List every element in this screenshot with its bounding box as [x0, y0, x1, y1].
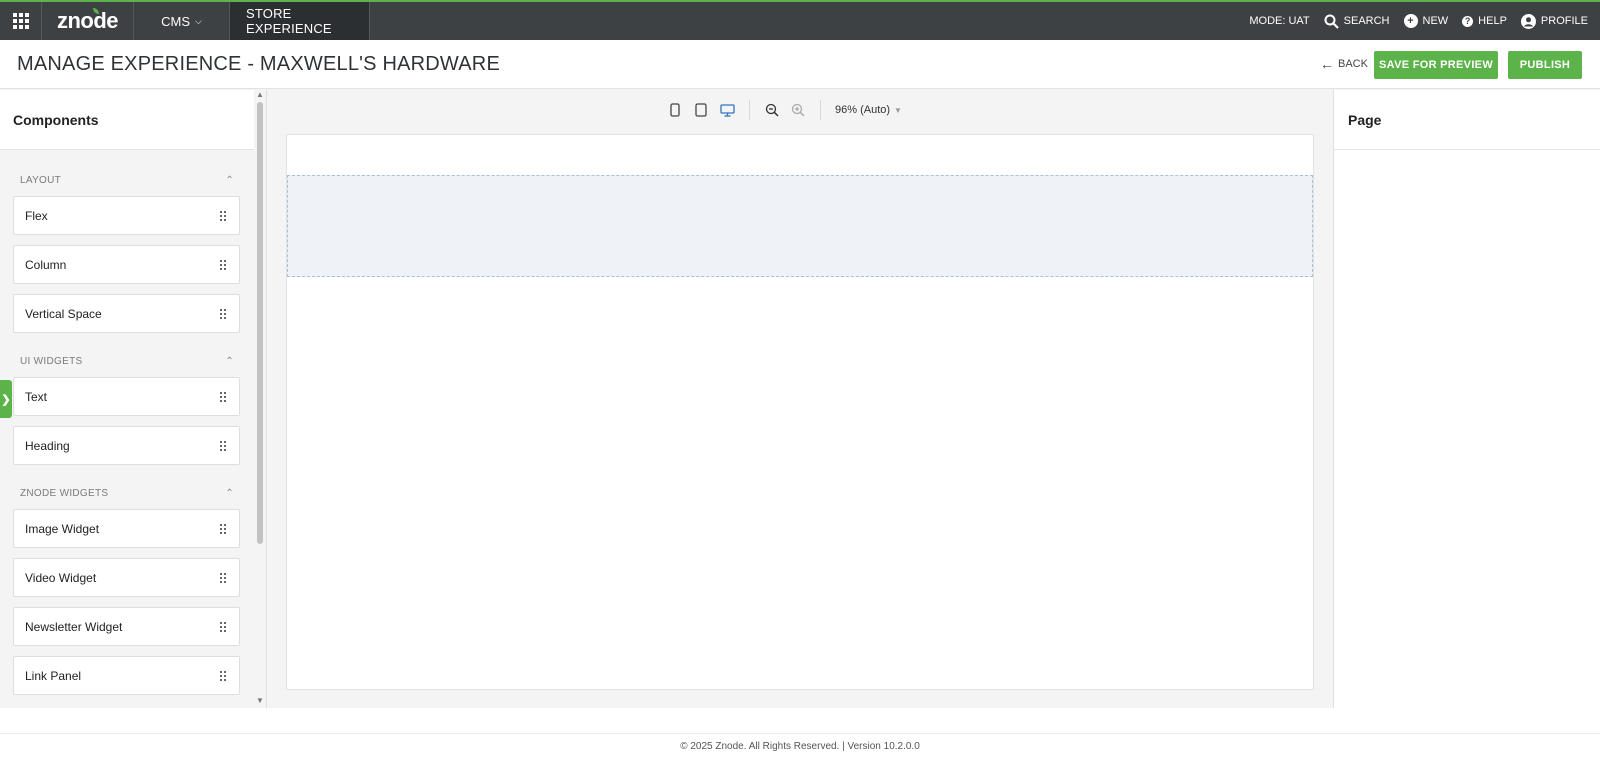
- help-button[interactable]: ? HELP: [1462, 15, 1507, 27]
- phone-icon: [670, 103, 680, 117]
- component-link-panel[interactable]: Link Panel: [13, 656, 240, 695]
- page-title: MANAGE EXPERIENCE - MAXWELL'S HARDWARE: [17, 53, 500, 75]
- profile-label: PROFILE: [1540, 15, 1588, 27]
- grid-icon: [12, 13, 29, 29]
- scroll-down-icon[interactable]: ▼: [256, 696, 264, 705]
- new-label: NEW: [1422, 15, 1449, 27]
- drag-handle-icon[interactable]: [220, 308, 226, 319]
- drag-handle-icon[interactable]: [220, 210, 226, 221]
- drop-zone[interactable]: [287, 175, 1313, 277]
- new-button[interactable]: + NEW: [1403, 14, 1449, 28]
- back-label: BACK: [1338, 58, 1368, 70]
- component-label: Newsletter Widget: [25, 619, 123, 634]
- page-preview-canvas[interactable]: [286, 134, 1314, 690]
- zoom-out-button[interactable]: [764, 102, 780, 118]
- component-label: Flex: [25, 208, 48, 223]
- zoom-value: 96% (Auto): [835, 104, 891, 116]
- app-launcher-button[interactable]: [0, 2, 42, 40]
- component-label: Text: [25, 389, 48, 404]
- section-znode-widgets-header[interactable]: ZNODE WIDGETS ⌃: [0, 475, 254, 509]
- zoom-out-icon: [765, 103, 779, 117]
- scroll-up-icon[interactable]: ▲: [256, 90, 264, 99]
- section-label: ZNODE WIDGETS: [20, 488, 109, 499]
- component-label: Video Widget: [25, 570, 97, 585]
- component-image-widget[interactable]: Image Widget: [13, 509, 240, 548]
- monitor-icon: [719, 103, 735, 117]
- znode-logo[interactable]: znode: [42, 2, 134, 40]
- panel-toggle-button[interactable]: ❯: [0, 380, 12, 418]
- component-label: Image Widget: [25, 521, 100, 536]
- top-navigation-bar: znode CMS ⌵ STORE EXPERIENCE MODE: UAT S…: [0, 0, 1600, 40]
- editor-canvas-area: 96% (Auto) ▼: [267, 90, 1333, 708]
- component-heading[interactable]: Heading: [13, 426, 240, 465]
- components-panel: Components LAYOUT ⌃ Flex Column Vertical…: [0, 90, 254, 708]
- footer-text: © 2025 Znode. All Rights Reserved. | Ver…: [680, 741, 920, 752]
- components-title: Components: [0, 90, 254, 150]
- logo-text: znode: [56, 8, 119, 33]
- top-right-actions: MODE: UAT SEARCH + NEW ? HELP PROFILE: [1249, 2, 1600, 40]
- drag-handle-icon[interactable]: [220, 572, 226, 583]
- drag-handle-icon[interactable]: [220, 670, 226, 681]
- chevron-up-icon: ⌃: [225, 175, 234, 186]
- chevron-up-icon: ⌃: [225, 356, 234, 367]
- component-flex[interactable]: Flex: [13, 196, 240, 235]
- component-vertical-space[interactable]: Vertical Space: [13, 294, 240, 333]
- user-circle-icon: [1520, 13, 1536, 29]
- tablet-view-button[interactable]: [693, 102, 709, 118]
- publish-button[interactable]: PUBLISH: [1508, 51, 1582, 79]
- canvas-toolbar: 96% (Auto) ▼: [667, 100, 902, 120]
- profile-button[interactable]: PROFILE: [1520, 13, 1588, 29]
- mobile-view-button[interactable]: [667, 102, 683, 118]
- drag-handle-icon[interactable]: [220, 440, 226, 451]
- drag-handle-icon[interactable]: [220, 523, 226, 534]
- zoom-in-button[interactable]: [790, 102, 806, 118]
- search-button[interactable]: SEARCH: [1324, 14, 1390, 29]
- section-layout-header[interactable]: LAYOUT ⌃: [0, 150, 254, 196]
- plus-circle-icon: +: [1403, 14, 1418, 28]
- tablet-icon: [695, 103, 707, 117]
- component-label: Heading: [25, 438, 70, 453]
- chevron-up-icon: ⌃: [225, 488, 234, 499]
- zoom-in-icon: [791, 103, 805, 117]
- nav-cms-menu[interactable]: CMS ⌵: [134, 2, 230, 40]
- mode-indicator: MODE: UAT: [1249, 15, 1310, 27]
- scroll-thumb[interactable]: [257, 102, 263, 544]
- nav-store-experience[interactable]: STORE EXPERIENCE: [230, 2, 370, 40]
- drag-handle-icon[interactable]: [220, 621, 226, 632]
- components-scrollbar[interactable]: ▲ ▼: [254, 90, 266, 708]
- save-for-preview-button[interactable]: SAVE FOR PREVIEW: [1374, 51, 1498, 79]
- search-label: SEARCH: [1343, 15, 1390, 27]
- footer: © 2025 Znode. All Rights Reserved. | Ver…: [0, 733, 1600, 759]
- properties-title: Page: [1334, 90, 1600, 150]
- drag-handle-icon[interactable]: [220, 259, 226, 270]
- chevron-right-icon: ❯: [1, 393, 11, 406]
- component-label: Vertical Space: [25, 306, 102, 321]
- zoom-select[interactable]: 96% (Auto) ▼: [835, 104, 902, 116]
- toolbar-divider: [749, 100, 750, 120]
- page-header: MANAGE EXPERIENCE - MAXWELL'S HARDWARE ←…: [0, 40, 1600, 89]
- caret-down-icon: ▼: [894, 105, 902, 115]
- component-text[interactable]: Text: [13, 377, 240, 416]
- chevron-down-icon: ⌵: [195, 15, 202, 26]
- section-label: LAYOUT: [20, 175, 62, 186]
- toolbar-divider: [820, 100, 821, 120]
- search-icon: [1324, 14, 1339, 29]
- component-label: Link Panel: [25, 668, 82, 683]
- desktop-view-button[interactable]: [719, 102, 735, 118]
- drag-handle-icon[interactable]: [220, 391, 226, 402]
- section-ui-widgets-header[interactable]: UI WIDGETS ⌃: [0, 343, 254, 377]
- component-label: Column: [25, 257, 67, 272]
- component-column[interactable]: Column: [13, 245, 240, 284]
- nav-store-label: STORE EXPERIENCE: [246, 6, 332, 36]
- arrow-left-icon: ←: [1320, 56, 1334, 72]
- properties-panel: Page: [1333, 90, 1600, 708]
- section-label: UI WIDGETS: [20, 356, 83, 367]
- nav-cms-label: CMS: [161, 13, 191, 29]
- component-newsletter-widget[interactable]: Newsletter Widget: [13, 607, 240, 646]
- help-label: HELP: [1478, 15, 1507, 27]
- help-icon: ?: [1462, 15, 1474, 27]
- back-button[interactable]: ← BACK: [1320, 56, 1368, 72]
- component-video-widget[interactable]: Video Widget: [13, 558, 240, 597]
